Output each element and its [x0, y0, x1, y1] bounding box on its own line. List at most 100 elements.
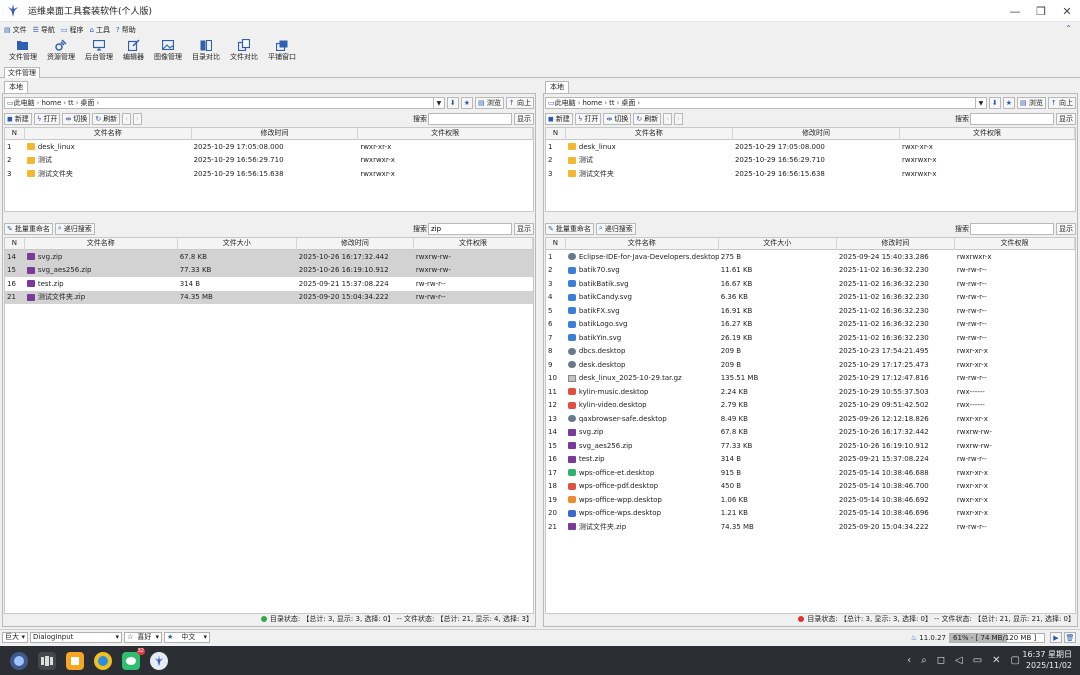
- toolbar-image-manager[interactable]: 图像管理: [151, 37, 185, 62]
- col-mtime[interactable]: 修改时间: [297, 238, 414, 250]
- recursive-search-button[interactable]: ⌕ 递归搜索: [595, 222, 636, 235]
- col-mtime[interactable]: 修改时间: [733, 128, 900, 140]
- table-row[interactable]: 18 wps-office-pdf.desktop 450 B 2025-05-14 …: [546, 480, 1075, 494]
- right-breadcrumb[interactable]: ▭ 此电脑 › home › tt › 桌面 ›: [545, 97, 976, 109]
- col-perm[interactable]: 文件权限: [900, 128, 1075, 140]
- menu-nav[interactable]: ☰ 导航: [33, 25, 55, 35]
- toolbar-resource-manager[interactable]: 资源管理: [44, 37, 78, 62]
- table-row[interactable]: 15 svg_aes256.zip 77.33 KB 2025-10-26 16:19…: [5, 263, 533, 277]
- toolbar-backend-manager[interactable]: 后台管理: [82, 37, 116, 62]
- collapse-icon[interactable]: ⌃: [1065, 24, 1072, 33]
- table-row[interactable]: 17 wps-office-et.desktop 915 B 2025-05-14 1…: [546, 466, 1075, 480]
- batch-rename-button[interactable]: ✎ 批量重命名: [545, 222, 594, 235]
- chevron-left-icon[interactable]: ‹: [907, 655, 911, 666]
- table-row[interactable]: 2 测试 2025-10-29 16:56:29.710 rwxrwxr-x: [546, 154, 1075, 168]
- col-mtime[interactable]: 修改时间: [192, 128, 359, 140]
- close-button[interactable]: ✕: [1054, 0, 1080, 22]
- table-row[interactable]: 15 svg_aes256.zip 77.33 KB 2025-10-26 16:19…: [546, 439, 1075, 453]
- ops-tool-app-icon[interactable]: [150, 651, 168, 670]
- refresh-button[interactable]: ↻ 刷新: [92, 112, 121, 125]
- col-size[interactable]: 文件大小: [178, 238, 297, 250]
- splitter-handle[interactable]: [4, 214, 534, 220]
- table-row[interactable]: 3 测试文件夹 2025-10-29 16:56:15.638 rwxrwxr-x: [5, 167, 533, 181]
- dir-search-input[interactable]: [970, 112, 1054, 125]
- menu-help[interactable]: ? 帮助: [116, 25, 136, 35]
- up-button[interactable]: ↑ 向上: [1047, 97, 1076, 109]
- favorite-select[interactable]: ☆ 喜好 ▾: [124, 631, 162, 643]
- toolbar-file-manager[interactable]: 文件管理: [6, 37, 40, 62]
- table-row[interactable]: 2 测试 2025-10-29 16:56:29.710 rwxrwxr-x: [5, 154, 533, 168]
- file-manager-app-icon[interactable]: [66, 651, 84, 670]
- show-button[interactable]: 显示: [514, 112, 534, 125]
- col-n[interactable]: N: [5, 238, 25, 250]
- table-row[interactable]: 19 wps-office-wpp.desktop 1.06 KB 2025-05-1…: [546, 493, 1075, 507]
- new-button[interactable]: ◼ 新建: [4, 112, 32, 125]
- table-row[interactable]: 16 test.zip 314 B 2025-09-21 15:37:08.224 rw…: [5, 277, 533, 291]
- table-row[interactable]: 21 测试文件夹.zip 74.35 MB 2025-09-20 15:04:34.2…: [5, 290, 533, 304]
- forward-button[interactable]: ›: [133, 112, 142, 125]
- tab-local-left[interactable]: 本地: [4, 81, 28, 93]
- table-row[interactable]: 21 测试文件夹.zip 74.35 MB 2025-09-20 15:04:34.2…: [546, 520, 1075, 534]
- table-row[interactable]: 11 kylin-music.desktop 2.24 KB 2025-10-29 1…: [546, 385, 1075, 399]
- screenshot-icon[interactable]: ◻: [937, 655, 945, 666]
- table-row[interactable]: 12 kylin-video.desktop 2.79 KB 2025-10-29 0…: [546, 399, 1075, 413]
- refresh-button[interactable]: ↻ 刷新: [633, 112, 662, 125]
- show-button[interactable]: 显示: [1056, 112, 1076, 125]
- table-row[interactable]: 7 batikYin.svg 26.19 KB 2025-11-02 16:36:32…: [546, 331, 1075, 345]
- col-name[interactable]: 文件名称: [566, 238, 719, 250]
- path-dropdown-button[interactable]: ▼: [433, 97, 445, 109]
- input-method-icon[interactable]: ▭: [973, 655, 982, 666]
- table-row[interactable]: 1 desk_linux 2025-10-29 17:05:08.000 rwxr-x…: [5, 140, 533, 154]
- table-row[interactable]: 5 batikFX.svg 16.91 KB 2025-11-02 16:36:32.…: [546, 304, 1075, 318]
- col-perm[interactable]: 文件权限: [414, 238, 533, 250]
- forward-button[interactable]: ›: [674, 112, 683, 125]
- menu-tools[interactable]: ⌂ 工具: [90, 25, 110, 35]
- chat-app-icon[interactable]: 32: [122, 647, 145, 670]
- font-size-select[interactable]: 巨大 ▾: [2, 631, 28, 643]
- table-row[interactable]: 10 desk_linux_2025-10-29.tar.gz 135.51 MB 2…: [546, 372, 1075, 386]
- breadcrumb-item[interactable]: home: [41, 99, 61, 107]
- recursive-search-button[interactable]: ⌕ 递归搜索: [54, 222, 95, 235]
- restore-button[interactable]: ❐: [1028, 0, 1054, 22]
- menu-program[interactable]: ▭ 程序: [61, 25, 84, 35]
- toolbar-tile-window[interactable]: 平铺窗口: [265, 37, 299, 62]
- col-n[interactable]: N: [546, 128, 566, 140]
- back-button[interactable]: ‹: [663, 112, 672, 125]
- table-row[interactable]: 13 qaxbrowser-safe.desktop 8.49 KB 2025-09-…: [546, 412, 1075, 426]
- back-button[interactable]: ‹: [122, 112, 131, 125]
- left-breadcrumb[interactable]: ▭ 此电脑 › home › tt › 桌面 ›: [4, 97, 434, 109]
- show-button[interactable]: 显示: [1056, 222, 1076, 235]
- gc-run-button[interactable]: ▶: [1050, 632, 1062, 643]
- table-row[interactable]: 1 desk_linux 2025-10-29 17:05:08.000 rwxr-x…: [546, 140, 1075, 154]
- download-button[interactable]: ⬇: [446, 97, 459, 109]
- language-select[interactable]: ★ 中文 ▾: [164, 631, 210, 643]
- search-icon[interactable]: ⌕: [921, 655, 927, 666]
- table-row[interactable]: 3 batikBatik.svg 16.67 KB 2025-11-02 16:36:…: [546, 277, 1075, 291]
- file-search-input[interactable]: [428, 222, 512, 235]
- breadcrumb-item[interactable]: 此电脑: [14, 98, 35, 108]
- file-search-input[interactable]: [970, 222, 1054, 235]
- table-row[interactable]: 6 batikLogo.svg 16.27 KB 2025-11-02 16:36:3…: [546, 318, 1075, 332]
- toolbar-dir-compare[interactable]: 目录对比: [189, 37, 223, 62]
- breadcrumb-item[interactable]: tt: [68, 99, 74, 107]
- col-perm[interactable]: 文件权限: [358, 128, 533, 140]
- trash-button[interactable]: 🗑: [1064, 632, 1076, 643]
- table-row[interactable]: 2 batik70.svg 11.61 KB 2025-11-02 16:36:32.…: [546, 264, 1075, 278]
- col-n[interactable]: N: [5, 128, 25, 140]
- browser-app-icon[interactable]: [94, 651, 112, 670]
- breadcrumb-item[interactable]: 桌面: [80, 98, 94, 108]
- notification-icon[interactable]: ▢: [1011, 655, 1020, 666]
- table-row[interactable]: 3 测试文件夹 2025-10-29 16:56:15.638 rwxrwxr-x: [546, 167, 1075, 181]
- col-name[interactable]: 文件名称: [25, 128, 192, 140]
- table-row[interactable]: 4 batikCandy.svg 6.36 KB 2025-11-02 16:36:3…: [546, 291, 1075, 305]
- volume-muted-icon[interactable]: ◁: [955, 655, 963, 666]
- col-mtime[interactable]: 修改时间: [837, 238, 955, 250]
- up-button[interactable]: ↑ 向上: [505, 97, 534, 109]
- batch-rename-button[interactable]: ✎ 批量重命名: [4, 222, 53, 235]
- breadcrumb-item[interactable]: tt: [609, 99, 615, 107]
- clock[interactable]: 16:37 星期日 2025/11/02: [1022, 649, 1072, 671]
- new-button[interactable]: ◼ 新建: [545, 112, 573, 125]
- table-row[interactable]: 8 dbcs.desktop 209 B 2025-10-23 17:54:21.49…: [546, 345, 1075, 359]
- col-n[interactable]: N: [546, 238, 566, 250]
- start-menu-icon[interactable]: [10, 651, 28, 670]
